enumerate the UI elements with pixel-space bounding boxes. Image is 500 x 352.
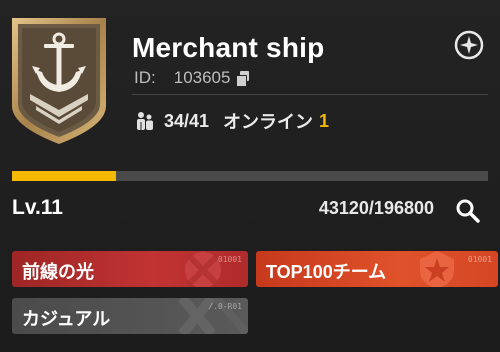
search-icon[interactable] — [455, 198, 481, 224]
divider — [132, 94, 488, 95]
tag-label: TOP100チーム — [266, 262, 387, 282]
guild-level: Lv.11 — [12, 196, 63, 219]
tag-code: /.0-R01 — [208, 302, 242, 311]
guild-id-row: ID: 103605 — [134, 68, 250, 88]
xp-text: 43120/196800 — [318, 198, 434, 218]
guild-emblem[interactable] — [6, 14, 112, 146]
id-value: 103605 — [173, 68, 231, 87]
members-icon — [137, 112, 153, 130]
tag-casual[interactable]: カジュアル /.0-R01 — [12, 298, 248, 334]
tag-front-line-light[interactable]: 前線の光 01001 — [12, 251, 248, 287]
tag-code: 01001 — [467, 255, 492, 264]
guild-name: Merchant ship — [132, 32, 325, 63]
copy-icon[interactable] — [236, 71, 250, 87]
tag-top100-team[interactable]: TOP100チーム 01001 — [256, 251, 498, 287]
member-count: 34/41 — [164, 110, 210, 131]
star-badge-icon — [420, 251, 454, 287]
id-label: ID: — [134, 68, 156, 87]
tag-code: 01001 — [217, 255, 242, 264]
tag-label: 前線の光 — [22, 262, 94, 282]
guild-info-panel: Merchant ship ID: 103605 34/41 オンライン 1 L… — [0, 0, 500, 352]
member-stats: 34/41 オンライン 1 — [134, 108, 329, 134]
xp-progress-bar — [12, 171, 488, 181]
settings-icon[interactable] — [454, 30, 484, 60]
xp-progress-fill — [12, 171, 117, 181]
online-label: オンライン — [223, 112, 314, 132]
tag-label: カジュアル — [22, 309, 111, 329]
online-count: 1 — [319, 110, 330, 131]
